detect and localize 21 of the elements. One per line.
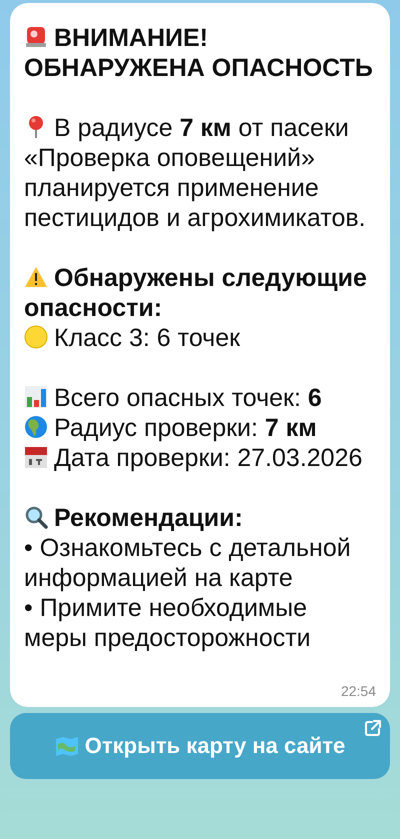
- message-text: Всего опасных точек: 6: [24, 383, 376, 413]
- message-text: • Ознакомьтесь с детальной информацией на карте: [24, 533, 352, 593]
- globe-icon: [24, 415, 48, 439]
- search-icon: [24, 505, 48, 529]
- siren-icon: [24, 25, 48, 49]
- external-link-icon: [364, 719, 382, 737]
- message-text: Обнаружены следующие опасности:: [24, 263, 368, 323]
- message-text: ВНИМАНИЕ! ОБНАРУЖЕНА ОПАСНОСТЬ: [24, 23, 374, 83]
- message-text: • Примите необходимые меры предосторожности: [24, 593, 312, 653]
- message-text: Дата проверки: 27.03.2026: [24, 443, 376, 473]
- message-text: Рекомендации:: [24, 503, 376, 533]
- warning-icon: [24, 265, 48, 289]
- calendar-icon: [24, 445, 48, 469]
- open-map-button[interactable]: Открыть карту на сайте: [10, 713, 390, 779]
- map-icon: [54, 734, 79, 758]
- circle-icon: [24, 325, 48, 349]
- message-text: Класс 3: 6 точек: [24, 323, 376, 353]
- bar-chart-icon: [24, 385, 48, 409]
- message-time: 22:54: [340, 683, 376, 699]
- message-text: Радиус проверки: 7 км: [24, 413, 376, 443]
- message-text: В радиусе 7 км от пасеки «Проверка оповещений» планируется применение пестицидов и агрохимикатов.: [24, 113, 367, 233]
